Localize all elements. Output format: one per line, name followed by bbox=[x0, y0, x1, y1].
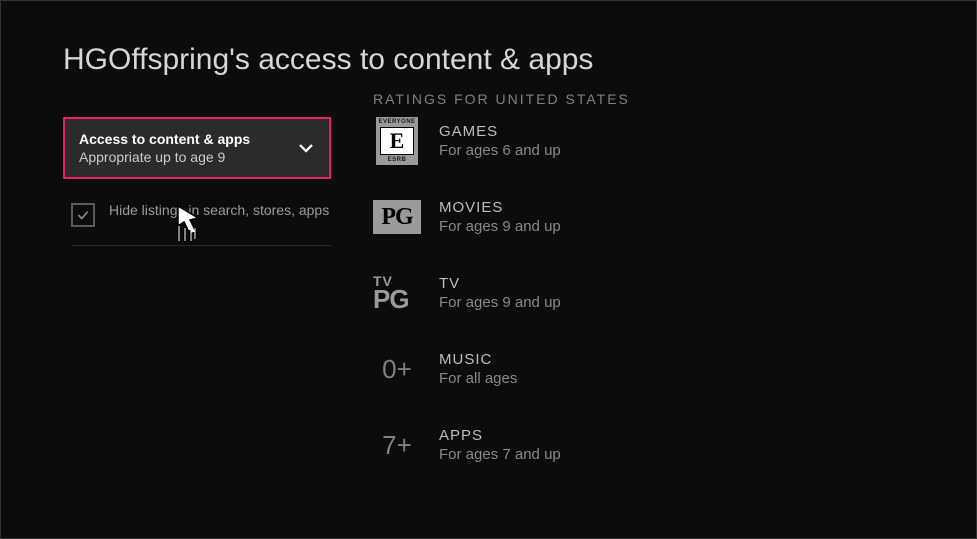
ratings-region-header: RATINGS FOR UNITED STATES bbox=[373, 91, 630, 107]
age-0-icon: 0+ bbox=[373, 345, 421, 393]
ratings-list: EVERYONE E ESRB GAMES For ages 6 and up … bbox=[373, 117, 693, 497]
hide-listings-checkbox[interactable] bbox=[71, 203, 95, 227]
rating-row-apps: 7+ APPS For ages 7 and up bbox=[373, 421, 693, 469]
rating-detail: For ages 9 and up bbox=[439, 218, 561, 235]
rating-row-movies: PG MOVIES For ages 9 and up bbox=[373, 193, 693, 241]
hide-listings-label: Hide listings in search, stores, apps bbox=[109, 201, 329, 221]
check-icon bbox=[76, 208, 90, 222]
rating-category: GAMES bbox=[439, 123, 561, 140]
rating-category: TV bbox=[439, 275, 561, 292]
rating-detail: For ages 9 and up bbox=[439, 294, 561, 311]
chevron-down-icon bbox=[297, 139, 315, 157]
dropdown-value: Appropriate up to age 9 bbox=[79, 149, 250, 165]
page-title: HGOffspring's access to content & apps bbox=[63, 43, 593, 77]
tvpg-icon: TV PG bbox=[373, 269, 421, 317]
hide-listings-row[interactable]: Hide listings in search, stores, apps bbox=[71, 201, 331, 246]
rating-detail: For ages 6 and up bbox=[439, 142, 561, 159]
pg-icon: PG bbox=[373, 193, 421, 241]
rating-category: MUSIC bbox=[439, 351, 517, 368]
age-7-icon: 7+ bbox=[373, 421, 421, 469]
rating-row-music: 0+ MUSIC For all ages bbox=[373, 345, 693, 393]
rating-category: APPS bbox=[439, 427, 561, 444]
dropdown-label: Access to content & apps bbox=[79, 131, 250, 147]
rating-category: MOVIES bbox=[439, 199, 561, 216]
access-level-dropdown[interactable]: Access to content & apps Appropriate up … bbox=[63, 117, 331, 179]
rating-row-tv: TV PG TV For ages 9 and up bbox=[373, 269, 693, 317]
rating-row-games: EVERYONE E ESRB GAMES For ages 6 and up bbox=[373, 117, 693, 165]
esrb-e-icon: EVERYONE E ESRB bbox=[373, 117, 421, 165]
rating-detail: For all ages bbox=[439, 370, 517, 387]
rating-detail: For ages 7 and up bbox=[439, 446, 561, 463]
